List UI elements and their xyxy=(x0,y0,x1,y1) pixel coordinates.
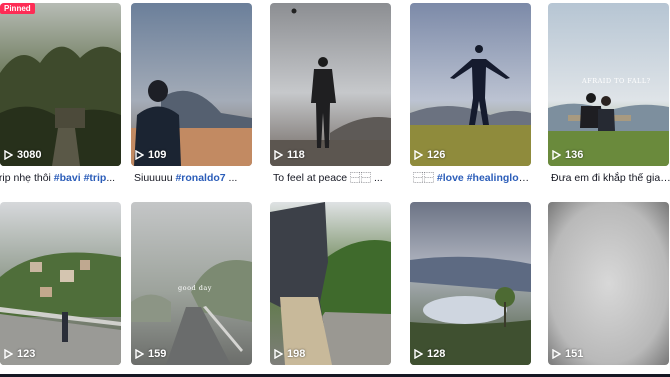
view-count-value: 109 xyxy=(148,149,167,161)
thumbnail-image xyxy=(410,3,531,166)
caption-ellipsis: ... xyxy=(106,172,116,184)
thumbnail-image xyxy=(270,202,391,365)
play-icon xyxy=(135,349,144,359)
video-thumbnail[interactable]: AFRAID TO FALL? 136 xyxy=(548,3,669,166)
view-count: 118 xyxy=(274,149,305,161)
play-icon xyxy=(274,150,283,160)
view-count-value: 118 xyxy=(287,149,305,161)
view-count-value: 151 xyxy=(565,348,584,360)
video-caption[interactable]: Đưa em đi khắp thế gian... xyxy=(551,172,670,185)
video-thumbnail[interactable]: 128 xyxy=(410,202,531,365)
video-caption[interactable]: Siuuuuu #ronaldo7 ... xyxy=(134,172,255,185)
view-count: 3080 xyxy=(4,149,41,161)
play-icon xyxy=(414,150,423,160)
thumbnail-image xyxy=(548,202,669,365)
video-card-7[interactable]: good day 159 xyxy=(131,202,252,365)
video-caption[interactable]: trip nhẹ thôi #bavi #trip... xyxy=(0,172,117,185)
view-count-value: 136 xyxy=(565,149,584,161)
video-thumbnail[interactable]: 109 xyxy=(131,3,252,166)
view-count-value: 159 xyxy=(148,348,167,360)
video-thumbnail[interactable]: 151 xyxy=(548,202,669,365)
caption-text: trip nhẹ thôi xyxy=(0,172,54,184)
view-count-value: 128 xyxy=(427,348,446,360)
caption-text: To feel at peace ⿱⿱ ... xyxy=(273,172,383,184)
video-thumbnail[interactable]: 198 xyxy=(270,202,391,365)
video-card-9[interactable]: 128 xyxy=(410,202,531,365)
caption-text: Siuuuuu xyxy=(134,172,176,184)
video-card-4[interactable]: 126 ⿱⿱ #love #healinglove ... xyxy=(410,3,534,185)
view-count: 126 xyxy=(414,149,445,161)
hashtag-link[interactable]: #healinglove xyxy=(467,172,531,184)
hashtag-link[interactable]: #love xyxy=(437,172,464,184)
view-count: 159 xyxy=(135,348,166,360)
view-count: 109 xyxy=(135,149,166,161)
view-count: 123 xyxy=(4,348,35,360)
pinned-badge: Pinned xyxy=(0,3,35,14)
thumbnail-image xyxy=(410,202,531,365)
play-icon xyxy=(4,150,13,160)
video-overlay-text: AFRAID TO FALL? xyxy=(582,77,651,85)
caption-ellipsis: ... xyxy=(225,172,238,184)
video-card-5[interactable]: AFRAID TO FALL? 136 Đưa em đi khắp thế g… xyxy=(548,3,670,185)
video-thumbnail[interactable]: Pinned 3080 xyxy=(0,3,121,166)
video-thumbnail[interactable]: good day 159 xyxy=(131,202,252,365)
thumbnail-image xyxy=(131,3,252,166)
play-icon xyxy=(135,150,144,160)
play-icon xyxy=(414,349,423,359)
video-overlay-text: good day xyxy=(178,284,212,292)
video-thumbnail[interactable]: 118 xyxy=(270,3,391,166)
video-caption[interactable]: ⿱⿱ #love #healinglove ... xyxy=(413,172,534,185)
hashtag-link[interactable]: #ronaldo7 xyxy=(175,172,225,184)
thumbnail-image xyxy=(0,202,121,365)
video-card-2[interactable]: 109 Siuuuuu #ronaldo7 ... xyxy=(131,3,252,185)
video-card-8[interactable]: 198 xyxy=(270,202,391,365)
thumbnail-image xyxy=(270,3,391,166)
caption-ellipsis: ... xyxy=(530,172,534,184)
play-icon xyxy=(552,150,561,160)
hashtag-link[interactable]: #trip xyxy=(84,172,107,184)
play-icon xyxy=(552,349,561,359)
view-count: 151 xyxy=(552,348,583,360)
view-count-value: 123 xyxy=(17,348,36,360)
thumbnail-image xyxy=(0,3,121,166)
video-card-10[interactable]: 151 xyxy=(548,202,669,365)
view-count-value: 3080 xyxy=(17,149,42,161)
video-card-3[interactable]: 118 To feel at peace ⿱⿱ ... xyxy=(270,3,391,185)
play-icon xyxy=(274,349,283,359)
view-count: 198 xyxy=(274,348,305,360)
video-caption[interactable]: To feel at peace ⿱⿱ ... xyxy=(273,172,394,185)
video-thumbnail[interactable]: 126 xyxy=(410,3,531,166)
view-count: 128 xyxy=(414,348,445,360)
play-icon xyxy=(4,349,13,359)
hashtag-link[interactable]: #bavi xyxy=(54,172,81,184)
video-thumbnail[interactable]: 123 xyxy=(0,202,121,365)
video-card-6[interactable]: 123 xyxy=(0,202,121,365)
caption-text: ⿱⿱ xyxy=(413,172,437,184)
video-card-1[interactable]: Pinned 3080 trip nhẹ thôi #bavi #trip... xyxy=(0,3,121,185)
caption-text: Đưa em đi khắp thế gian... xyxy=(551,172,670,184)
view-count-value: 126 xyxy=(427,149,446,161)
view-count-value: 198 xyxy=(287,348,306,360)
view-count: 136 xyxy=(552,149,583,161)
